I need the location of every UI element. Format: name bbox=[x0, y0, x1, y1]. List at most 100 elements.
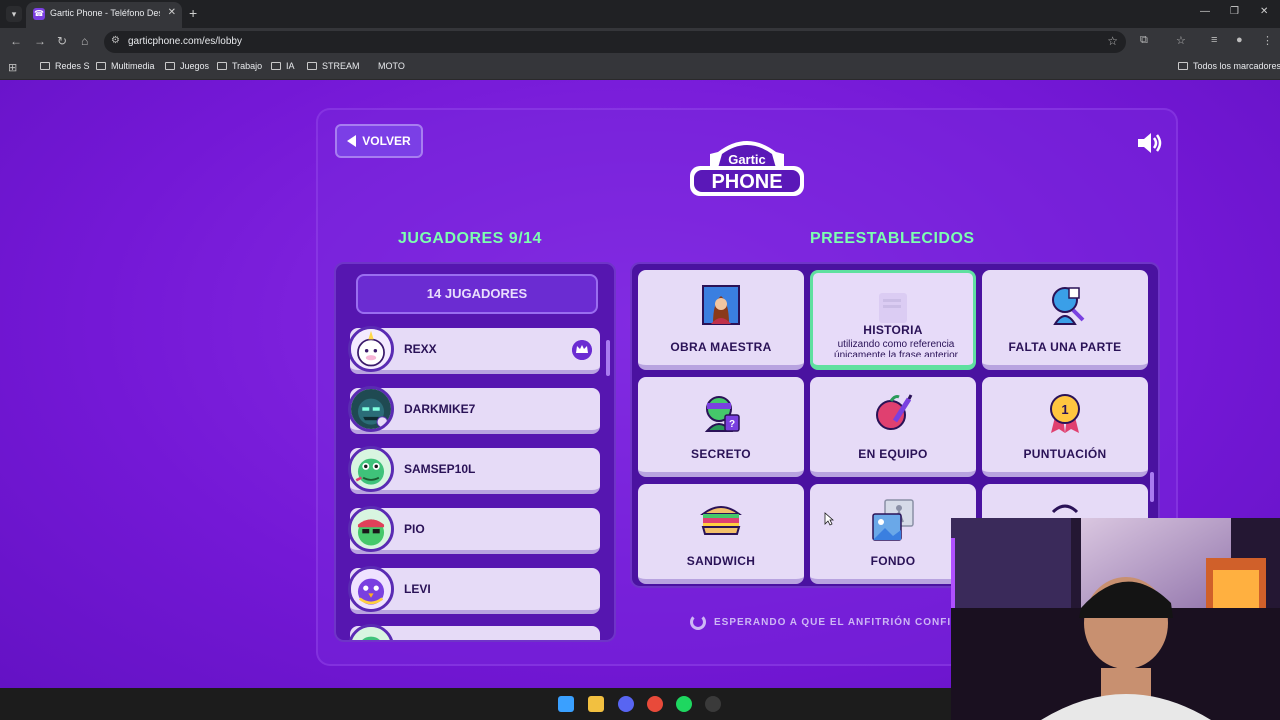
app-icon[interactable] bbox=[705, 696, 721, 712]
tab-title: Gartic Phone - Teléfono Descon bbox=[50, 8, 160, 18]
preset-label: SANDWICH bbox=[686, 554, 756, 568]
browser-tab[interactable]: ☎ Gartic Phone - Teléfono Descon ✕ bbox=[26, 2, 182, 28]
spotify-icon[interactable] bbox=[676, 696, 692, 712]
preset-card[interactable]: FALTA UNA PARTE bbox=[982, 270, 1148, 370]
media-icon[interactable]: ≡ bbox=[1211, 34, 1217, 46]
menu-icon[interactable]: ⋮ bbox=[1262, 34, 1273, 47]
minimize-icon[interactable]: — bbox=[1200, 6, 1210, 17]
player-row[interactable] bbox=[348, 624, 600, 640]
sandwich-icon bbox=[700, 506, 742, 535]
presets-title: PREESTABLECIDOS bbox=[810, 230, 975, 247]
svg-text:?: ? bbox=[729, 419, 735, 430]
player-name: DARKMIKE7 bbox=[404, 402, 476, 416]
folder-icon bbox=[40, 62, 50, 70]
back-button[interactable]: VOLVER bbox=[335, 124, 423, 158]
preset-card-selected[interactable]: HISTORIA utilizando como referencia únic… bbox=[810, 270, 976, 370]
players-title: JUGADORES 9/14 bbox=[398, 230, 542, 247]
bookmark-link[interactable]: MOTO bbox=[378, 61, 405, 71]
ninja-icon: ? bbox=[704, 396, 740, 432]
bookmarks-bar: ⊞ Redes S Multimedia Juegos Trabajo IA S… bbox=[0, 56, 1280, 80]
folder-icon bbox=[96, 62, 106, 70]
bookmark-folder[interactable]: Multimedia bbox=[96, 61, 155, 71]
player-row[interactable]: LEVI bbox=[348, 566, 600, 614]
bookmark-folder[interactable]: Redes S bbox=[40, 61, 90, 71]
preset-label: OBRA MAESTRA bbox=[670, 340, 772, 354]
presets-scrollbar[interactable] bbox=[1150, 472, 1154, 502]
preset-label: SECRETO bbox=[691, 447, 751, 461]
apps-grid-icon[interactable]: ⊞ bbox=[8, 61, 17, 74]
all-bookmarks[interactable]: Todos los marcadores bbox=[1178, 61, 1280, 71]
discord-icon[interactable] bbox=[618, 696, 634, 712]
folder-icon bbox=[217, 62, 227, 70]
apple-pencil-icon bbox=[876, 394, 913, 430]
profile-avatar-icon[interactable]: ● bbox=[1236, 34, 1243, 46]
host-crown-icon bbox=[572, 340, 592, 360]
extensions-icon[interactable]: ⧉ bbox=[1140, 34, 1148, 47]
favorites-icon[interactable]: ☆ bbox=[1176, 34, 1186, 47]
logo-bottom-text: PHONE bbox=[711, 171, 782, 193]
preset-label: PUNTUACIÓN bbox=[1023, 447, 1107, 461]
player-row[interactable]: SAMSEP10L bbox=[348, 446, 600, 494]
url-text: garticphone.com/es/lobby bbox=[128, 36, 242, 47]
preset-label: HISTORIA bbox=[863, 323, 923, 337]
site-info-icon[interactable]: ⚙ bbox=[111, 35, 120, 46]
preset-card[interactable]: SANDWICH bbox=[638, 484, 804, 584]
tab-close-icon[interactable]: ✕ bbox=[168, 7, 176, 18]
bookmark-folder[interactable]: Juegos bbox=[165, 61, 209, 71]
preset-description: utilizando como referencia únicamente la… bbox=[834, 339, 958, 357]
preset-label: EN EQUIPO bbox=[858, 447, 928, 461]
loading-spinner-icon bbox=[690, 614, 706, 630]
home-icon[interactable]: ⌂ bbox=[81, 34, 88, 48]
taskbar bbox=[0, 688, 951, 720]
folder-icon bbox=[165, 62, 175, 70]
player-name: PIO bbox=[404, 522, 425, 536]
gartic-phone-logo: Gartic PHONE bbox=[690, 141, 804, 196]
reload-icon[interactable]: ↻ bbox=[57, 34, 67, 48]
back-arrow-icon bbox=[347, 135, 357, 147]
head-piece-icon bbox=[1052, 287, 1085, 325]
webcam-overlay bbox=[951, 518, 1280, 720]
player-row[interactable]: REXX bbox=[348, 326, 600, 374]
player-row[interactable]: PIO bbox=[348, 506, 600, 554]
gartic-favicon-icon: ☎ bbox=[33, 8, 45, 20]
bandana-avatar-icon bbox=[348, 506, 394, 552]
preset-card[interactable]: OBRA MAESTRA bbox=[638, 270, 804, 370]
svg-text:1: 1 bbox=[1061, 402, 1068, 417]
bookmark-folder[interactable]: STREAM bbox=[307, 61, 360, 71]
preset-card[interactable]: EN EQUIPO bbox=[810, 377, 976, 477]
dino-avatar-icon bbox=[348, 446, 394, 492]
unicorn-avatar-icon bbox=[348, 326, 394, 372]
tab-search-icon[interactable]: ▾ bbox=[6, 6, 22, 22]
sound-icon[interactable] bbox=[1136, 132, 1164, 154]
players-count-button[interactable]: 14 JUGADORES bbox=[356, 274, 598, 314]
windows-start-icon[interactable] bbox=[558, 696, 574, 712]
close-window-icon[interactable]: ✕ bbox=[1260, 6, 1268, 17]
preset-card[interactable]: ? SECRETO bbox=[638, 377, 804, 477]
back-icon[interactable]: ← bbox=[10, 34, 22, 48]
monster-avatar-icon bbox=[348, 386, 394, 432]
medal-icon: 1 bbox=[1050, 394, 1080, 433]
address-bar[interactable]: ⚙ garticphone.com/es/lobby ☆ bbox=[104, 31, 1126, 53]
player-name: REXX bbox=[404, 342, 437, 356]
mouse-cursor-icon bbox=[824, 512, 834, 526]
folder-icon bbox=[1178, 62, 1188, 70]
waiting-status: ESPERANDO A QUE EL ANFITRIÓN CONFIGU bbox=[690, 614, 968, 630]
bookmark-folder[interactable]: Trabajo bbox=[217, 61, 262, 71]
browser-tabbar: ▾ ☎ Gartic Phone - Teléfono Descon ✕ + —… bbox=[0, 0, 1280, 28]
dino-avatar-icon bbox=[348, 624, 394, 640]
player-name: LEVI bbox=[404, 582, 431, 596]
preset-card[interactable]: 1 PUNTUACIÓN bbox=[982, 377, 1148, 477]
new-tab-icon[interactable]: + bbox=[189, 5, 197, 21]
background-icon bbox=[872, 499, 914, 541]
player-name: SAMSEP10L bbox=[404, 462, 476, 476]
players-scrollbar[interactable] bbox=[606, 340, 610, 376]
file-explorer-icon[interactable] bbox=[588, 696, 604, 712]
chrome-icon[interactable] bbox=[647, 696, 663, 712]
bookmark-folder[interactable]: IA bbox=[271, 61, 295, 71]
forward-icon[interactable]: → bbox=[34, 34, 46, 48]
maximize-icon[interactable]: ❐ bbox=[1230, 6, 1239, 17]
folder-icon bbox=[271, 62, 281, 70]
mona-lisa-icon bbox=[702, 285, 740, 325]
player-row[interactable]: DARKMIKE7 bbox=[348, 386, 600, 434]
bookmark-star-icon[interactable]: ☆ bbox=[1107, 34, 1118, 48]
